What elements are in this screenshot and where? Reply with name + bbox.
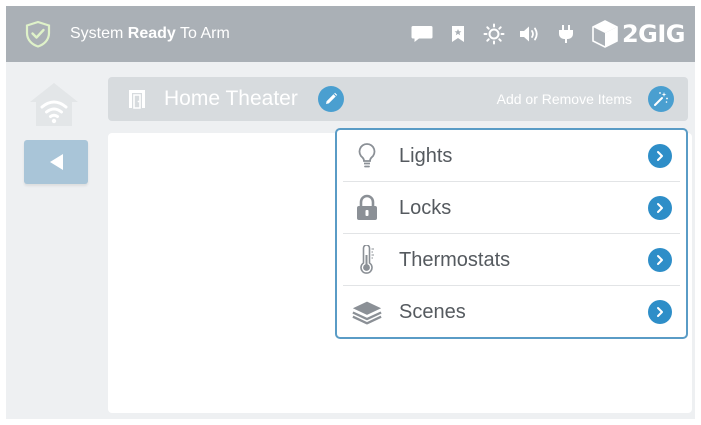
brand-logo: 2GIG [590, 6, 686, 62]
brightness-icon[interactable] [476, 6, 512, 62]
chevron-right-icon[interactable] [648, 196, 672, 220]
edit-room-button[interactable] [318, 86, 344, 112]
lightbulb-icon [351, 140, 383, 172]
thermometer-icon [351, 244, 383, 276]
back-button[interactable] [24, 140, 88, 184]
chevron-right-icon[interactable] [648, 300, 672, 324]
chevron-right-icon[interactable] [648, 248, 672, 272]
room-door-icon [129, 90, 145, 109]
lock-icon [351, 192, 383, 224]
menu-item-label: Locks [399, 197, 452, 219]
cube-logo-icon [592, 20, 618, 48]
menu-item-label: Lights [399, 145, 453, 167]
add-items-menu: Lights Locks Thermostats Scenes [335, 128, 688, 339]
system-status[interactable]: System Ready To Arm [70, 6, 230, 62]
menu-item-scenes[interactable]: Scenes [343, 286, 680, 337]
back-arrow-icon [50, 154, 63, 170]
magic-wand-icon [654, 92, 668, 106]
pencil-icon [326, 92, 338, 104]
add-remove-items-button[interactable] [648, 86, 674, 112]
chevron-right-icon[interactable] [648, 144, 672, 168]
menu-item-locks[interactable]: Locks [343, 182, 680, 234]
menu-item-lights[interactable]: Lights [343, 130, 680, 182]
status-suffix: To Arm [175, 25, 230, 42]
status-prefix: System [70, 25, 128, 42]
top-icon-group: 2GIG [404, 6, 686, 62]
shield-icon[interactable] [24, 20, 52, 48]
status-bold: Ready [127, 25, 176, 42]
volume-icon[interactable] [512, 6, 548, 62]
home-wifi-icon[interactable] [26, 80, 82, 128]
room-name: Home Theater [164, 87, 298, 110]
plug-icon[interactable] [548, 6, 584, 62]
menu-item-label: Scenes [399, 301, 466, 323]
room-header: Home Theater Add or Remove Items [108, 77, 688, 121]
bookmark-icon[interactable] [440, 6, 476, 62]
message-icon[interactable] [404, 6, 440, 62]
status-bar: System Ready To Arm 2GIG [6, 6, 695, 62]
brand-name: 2GIG [621, 20, 686, 48]
layers-icon [351, 296, 383, 328]
menu-item-thermostats[interactable]: Thermostats [343, 234, 680, 286]
menu-item-label: Thermostats [399, 249, 511, 271]
add-remove-items-label[interactable]: Add or Remove Items [497, 77, 632, 121]
